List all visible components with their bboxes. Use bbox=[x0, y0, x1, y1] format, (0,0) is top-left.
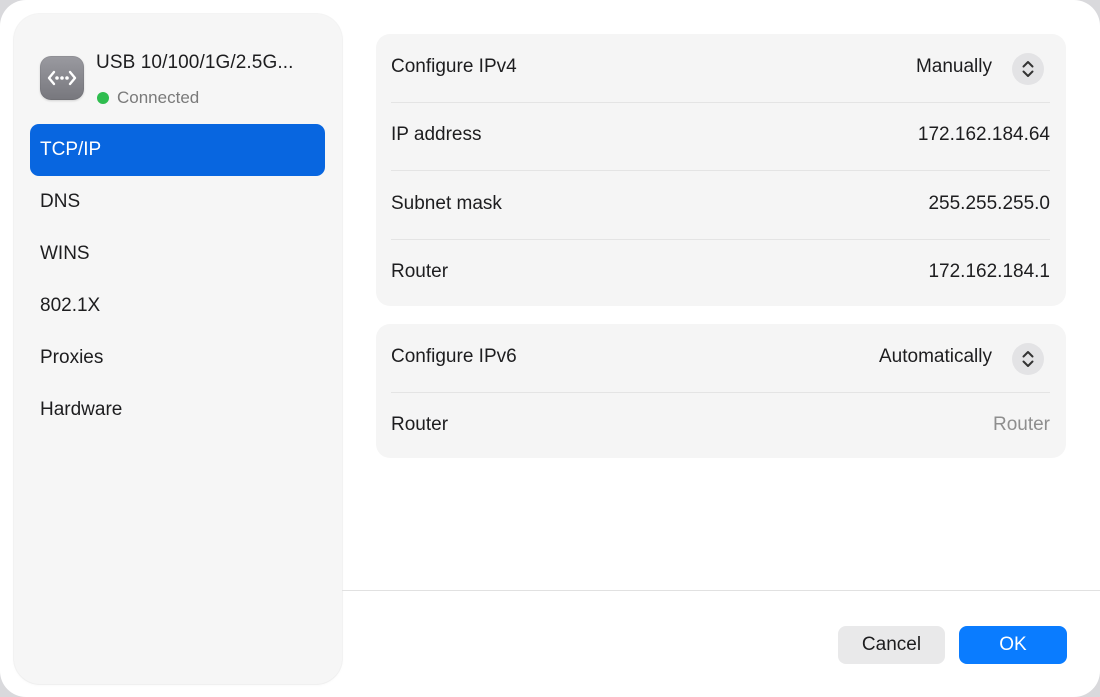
network-details-dialog: USB 10/100/1G/2.5G... Connected TCP/IP D… bbox=[0, 0, 1100, 697]
sidebar-nav: TCP/IP DNS WINS 802.1X Proxies Hardware bbox=[30, 124, 325, 436]
chevron-up-down-icon[interactable] bbox=[1012, 53, 1044, 85]
subnet-mask-row: Subnet mask 255.255.255.0 bbox=[391, 171, 1050, 240]
ipv4-router-field[interactable]: 172.162.184.1 bbox=[928, 261, 1050, 283]
configure-ipv6-popup[interactable]: Automatically bbox=[879, 346, 992, 368]
sidebar-item-dns[interactable]: DNS bbox=[30, 176, 325, 228]
sidebar-item-proxies[interactable]: Proxies bbox=[30, 332, 325, 384]
ipv4-router-label: Router bbox=[391, 261, 449, 282]
ok-button[interactable]: OK bbox=[959, 626, 1067, 664]
subnet-mask-field[interactable]: 255.255.255.0 bbox=[928, 193, 1050, 215]
ipv4-settings-panel: Configure IPv4 Manually IP address 172.1… bbox=[376, 34, 1066, 306]
sidebar-item-wins[interactable]: WINS bbox=[30, 228, 325, 280]
subnet-mask-label: Subnet mask bbox=[391, 193, 502, 214]
status-text: Connected bbox=[117, 88, 200, 107]
configure-ipv4-row: Configure IPv4 Manually bbox=[391, 34, 1050, 103]
sidebar: USB 10/100/1G/2.5G... Connected TCP/IP D… bbox=[14, 14, 342, 684]
ipv6-router-label: Router bbox=[391, 414, 449, 435]
ipv6-router-field[interactable]: Router bbox=[993, 414, 1050, 436]
sidebar-item-8021x[interactable]: 802.1X bbox=[30, 280, 325, 332]
status-dot-icon bbox=[97, 92, 109, 104]
configure-ipv4-popup[interactable]: Manually bbox=[916, 56, 992, 78]
ip-address-label: IP address bbox=[391, 124, 482, 145]
device-name: USB 10/100/1G/2.5G... bbox=[96, 52, 294, 73]
device-header: USB 10/100/1G/2.5G... Connected bbox=[40, 52, 340, 112]
configure-ipv6-row: Configure IPv6 Automatically bbox=[391, 324, 1050, 393]
sidebar-item-hardware[interactable]: Hardware bbox=[30, 384, 325, 436]
ipv4-router-row: Router 172.162.184.1 bbox=[391, 239, 1050, 307]
ip-address-row: IP address 172.162.184.64 bbox=[391, 102, 1050, 171]
ip-address-field[interactable]: 172.162.184.64 bbox=[918, 124, 1050, 146]
configure-ipv6-label: Configure IPv6 bbox=[391, 346, 517, 367]
ethernet-icon bbox=[40, 56, 84, 100]
footer-divider bbox=[342, 590, 1100, 591]
ipv6-router-row: Router Router bbox=[391, 392, 1050, 460]
configure-ipv4-label: Configure IPv4 bbox=[391, 56, 517, 77]
cancel-button[interactable]: Cancel bbox=[838, 626, 945, 664]
sidebar-item-tcpip[interactable]: TCP/IP bbox=[30, 124, 325, 176]
ipv6-settings-panel: Configure IPv6 Automatically Router Rout… bbox=[376, 324, 1066, 458]
chevron-up-down-icon[interactable] bbox=[1012, 343, 1044, 375]
